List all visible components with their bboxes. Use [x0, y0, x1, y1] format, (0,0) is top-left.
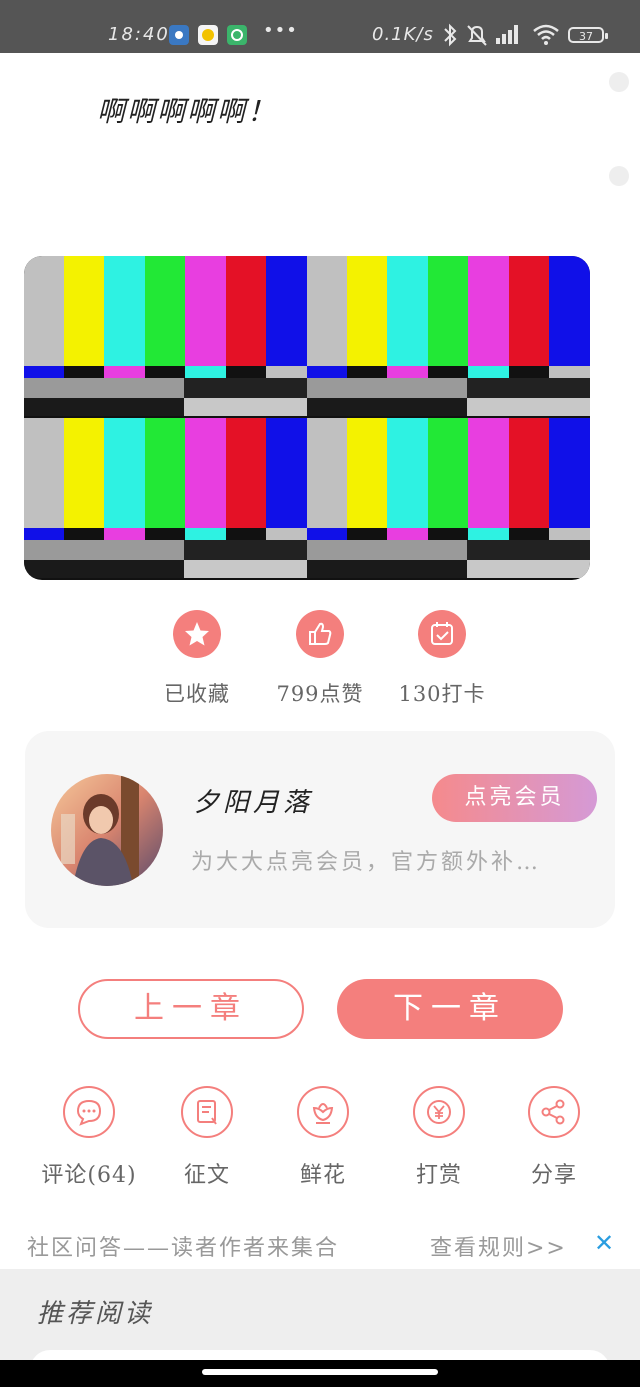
vip-button[interactable]: 点亮会员	[432, 774, 597, 822]
share-label[interactable]: 分享	[504, 1157, 604, 1189]
star-icon[interactable]	[173, 610, 221, 658]
battery-icon: 37	[568, 27, 608, 43]
green-app-icon	[227, 25, 247, 45]
next-chapter-button[interactable]: 下一章	[337, 979, 563, 1039]
share-icon[interactable]	[528, 1086, 580, 1138]
thumbs-up-icon[interactable]	[296, 610, 344, 658]
more-notifications: •••	[263, 20, 298, 41]
essay-scroll-icon[interactable]	[181, 1086, 233, 1138]
home-gesture-pill[interactable]	[202, 1369, 438, 1375]
network-speed: 0.1K/s	[372, 24, 434, 45]
like-label[interactable]: 799点赞	[260, 678, 380, 708]
view-rules-link[interactable]: 查看规则>>	[430, 1230, 567, 1262]
status-time: 18:40	[108, 24, 170, 45]
close-icon[interactable]: ✕	[594, 1229, 614, 1257]
post-headline: 啊啊啊啊啊！	[97, 95, 278, 128]
side-indicator-dot[interactable]	[609, 166, 629, 186]
flower-label[interactable]: 鲜花	[273, 1157, 373, 1189]
author-name[interactable]: 夕阳月落	[193, 782, 313, 819]
side-indicator-dot[interactable]	[609, 72, 629, 92]
checkin-calendar-icon[interactable]	[418, 610, 466, 658]
comment-icon[interactable]	[63, 1086, 115, 1138]
favorite-label[interactable]: 已收藏	[147, 678, 247, 708]
settings-app-icon	[169, 25, 189, 45]
prev-chapter-button[interactable]: 上一章	[78, 979, 304, 1039]
checkin-label[interactable]: 130打卡	[382, 678, 502, 708]
wifi-icon	[531, 22, 561, 51]
bluetooth-icon	[441, 22, 459, 53]
community-qa-text[interactable]: 社区问答——读者作者来集合	[27, 1230, 339, 1262]
recommended-title: 推荐阅读	[37, 1299, 154, 1329]
author-description: 为大大点亮会员，官方额外补…	[191, 850, 542, 875]
essay-label[interactable]: 征文	[157, 1157, 257, 1189]
chat-app-icon	[198, 25, 218, 45]
signal-icon	[494, 22, 524, 51]
flower-icon[interactable]	[297, 1086, 349, 1138]
mute-bell-icon	[465, 22, 489, 53]
author-avatar[interactable]	[51, 774, 163, 886]
reward-label[interactable]: 打赏	[389, 1157, 489, 1189]
comment-label[interactable]: 评论(64)	[37, 1157, 141, 1189]
post-image-test-pattern[interactable]	[24, 256, 590, 580]
status-bar: 18:40 ••• 0.1K/s 37	[0, 0, 640, 53]
yen-coin-icon[interactable]	[413, 1086, 465, 1138]
